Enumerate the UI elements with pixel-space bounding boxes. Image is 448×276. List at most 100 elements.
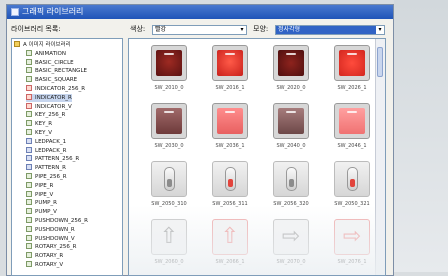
toggle-switch-icon bbox=[164, 167, 175, 191]
image-tile-caption: SW_2070_0 bbox=[276, 259, 306, 265]
library-icon bbox=[26, 164, 32, 171]
tree-item[interactable]: ANIMATION bbox=[26, 49, 66, 58]
tree-item-label: PATTERN_256_R bbox=[35, 156, 80, 163]
library-icon bbox=[26, 217, 32, 223]
tree-item-label: BASIC_CIRCLE bbox=[35, 59, 74, 66]
image-tile[interactable] bbox=[151, 161, 187, 197]
image-tile[interactable] bbox=[334, 161, 370, 197]
library-list-label: 라이브러리 목록: bbox=[11, 25, 61, 33]
library-icon bbox=[26, 120, 32, 127]
shape-select[interactable]: 정사각형 ▾ bbox=[275, 25, 385, 35]
tree-item[interactable]: LEDPACK_1 bbox=[26, 137, 67, 146]
tree-item[interactable]: PUMP_R bbox=[26, 199, 57, 207]
lamp-glare bbox=[164, 111, 174, 113]
tree-item-label: BASIC_RECTANGLE bbox=[35, 68, 87, 75]
library-icon bbox=[26, 58, 32, 65]
image-tile[interactable] bbox=[273, 103, 309, 139]
tree-item[interactable]: PATTERN_256_R bbox=[26, 155, 79, 163]
shape-label: 모양: bbox=[253, 25, 269, 33]
chevron-down-icon[interactable]: ▾ bbox=[376, 26, 384, 34]
toggle-knob bbox=[289, 179, 294, 187]
library-tree[interactable]: A 이미지 라이브러리 ANIMATION BASIC_CIRCLE BASIC_RE… bbox=[11, 38, 123, 276]
lamp-face bbox=[278, 108, 304, 134]
tree-item[interactable]: BASIC_CIRCLE bbox=[26, 58, 74, 67]
tree-item-label: PUMP_R bbox=[35, 200, 57, 207]
tree-item-label: LEDPACK_1 bbox=[35, 138, 67, 145]
library-icon bbox=[26, 208, 32, 215]
tree-item[interactable]: PIPE_V bbox=[26, 190, 54, 199]
tree-item[interactable]: PATTERN_R bbox=[26, 164, 66, 172]
window-icon bbox=[11, 8, 19, 16]
color-select-value: 빨강 bbox=[155, 26, 167, 33]
image-tile-caption: SW_2020_0 bbox=[276, 85, 306, 91]
tree-item[interactable]: INDICATOR_256_R bbox=[26, 85, 85, 93]
lamp-glare bbox=[164, 53, 174, 55]
window-title: 그래픽 라이브러리 bbox=[22, 7, 84, 16]
lamp-glare bbox=[225, 53, 235, 55]
scrollbar-thumb[interactable] bbox=[377, 47, 383, 77]
tree-item[interactable]: BASIC_RECTANGLE bbox=[26, 67, 87, 75]
image-tile[interactable] bbox=[212, 45, 248, 81]
image-tile[interactable] bbox=[151, 45, 187, 81]
library-icon bbox=[26, 225, 32, 232]
lamp-face bbox=[217, 50, 243, 76]
image-tile[interactable] bbox=[273, 45, 309, 81]
tree-item[interactable]: KEY_256_R bbox=[26, 111, 65, 119]
graphic-library-window: 그래픽 라이브러리 라이브러리 목록: 색상: 빨강 ▾ 모양: 정사각형 ▾ … bbox=[6, 4, 394, 276]
image-tile[interactable] bbox=[212, 103, 248, 139]
image-grid[interactable]: SW_2010_0 SW_2016_1 SW_2020_0 SW_2026_1 SW_2… bbox=[128, 38, 386, 276]
image-tile[interactable] bbox=[212, 161, 248, 197]
image-tile[interactable]: ⇧ bbox=[151, 219, 187, 255]
tree-item[interactable]: LEDPACK_R bbox=[26, 146, 67, 155]
tree-item[interactable]: PUSHDOWN_256_R bbox=[26, 217, 88, 225]
library-icon bbox=[26, 173, 32, 179]
color-label: 색상: bbox=[130, 25, 146, 33]
image-tile[interactable] bbox=[334, 45, 370, 81]
vertical-scrollbar[interactable] bbox=[375, 39, 385, 275]
tree-item[interactable]: PIPE_R bbox=[26, 181, 53, 190]
tree-item[interactable]: INDICATOR_V bbox=[26, 102, 72, 111]
image-tile[interactable]: ⇧ bbox=[212, 219, 248, 255]
tree-item[interactable]: PUSHDOWN_R bbox=[26, 225, 75, 234]
tree-item-label: ROTARY_V bbox=[35, 262, 64, 268]
tree-item[interactable]: KEY_V bbox=[26, 129, 52, 137]
tree-item[interactable]: INDICATOR_R bbox=[26, 93, 72, 102]
toggle-knob bbox=[350, 179, 355, 187]
library-icon bbox=[26, 252, 32, 259]
toggle-knob bbox=[167, 179, 172, 187]
chevron-down-icon[interactable]: ▾ bbox=[238, 26, 246, 34]
library-icon bbox=[26, 129, 32, 135]
tree-item[interactable]: KEY_R bbox=[26, 120, 52, 128]
library-icon bbox=[26, 181, 32, 188]
tree-root[interactable]: A 이미지 라이브러리 bbox=[14, 41, 71, 49]
tree-item-label: PIPE_V bbox=[35, 191, 54, 198]
library-icon bbox=[26, 111, 32, 118]
image-tile[interactable]: ⇨ bbox=[334, 219, 370, 255]
color-select[interactable]: 빨강 ▾ bbox=[152, 25, 247, 35]
tree-item[interactable]: PUMP_V bbox=[26, 208, 57, 216]
library-icon bbox=[26, 199, 32, 206]
tree-item-label: PUSHDOWN_256_R bbox=[35, 218, 88, 224]
tree-item[interactable]: BASIC_SQUARE bbox=[26, 76, 77, 84]
tree-item-label: BASIC_SQUARE bbox=[35, 77, 78, 84]
image-tile-caption: SW_2036_1 bbox=[215, 143, 245, 149]
tree-item[interactable]: PIPE_256_R bbox=[26, 173, 67, 181]
tree-item-label: LEDPACK_R bbox=[35, 147, 67, 154]
image-tile[interactable] bbox=[334, 103, 370, 139]
title-bar[interactable]: 그래픽 라이브러리 bbox=[7, 5, 393, 19]
image-tile-caption: SW_2026_1 bbox=[337, 85, 367, 91]
library-icon bbox=[26, 102, 32, 109]
image-tile-caption: SW_2040_0 bbox=[276, 143, 306, 149]
tree-item[interactable]: ROTARY_256_R bbox=[26, 243, 77, 251]
image-tile-caption: SW_2056_311 bbox=[212, 201, 248, 207]
image-tile[interactable] bbox=[273, 161, 309, 197]
tree-item[interactable]: ROTARY_R bbox=[26, 252, 63, 260]
image-tile[interactable]: ⇨ bbox=[273, 219, 309, 255]
library-icon bbox=[26, 67, 32, 74]
image-tile[interactable] bbox=[151, 103, 187, 139]
image-tile-caption: SW_2046_1 bbox=[337, 143, 367, 149]
tree-item-label: PUMP_V bbox=[35, 209, 57, 216]
tree-item[interactable]: PUSHDOWN_V bbox=[26, 234, 75, 243]
toggle-switch-icon bbox=[225, 167, 236, 191]
tree-item[interactable]: ROTARY_V bbox=[26, 261, 63, 269]
